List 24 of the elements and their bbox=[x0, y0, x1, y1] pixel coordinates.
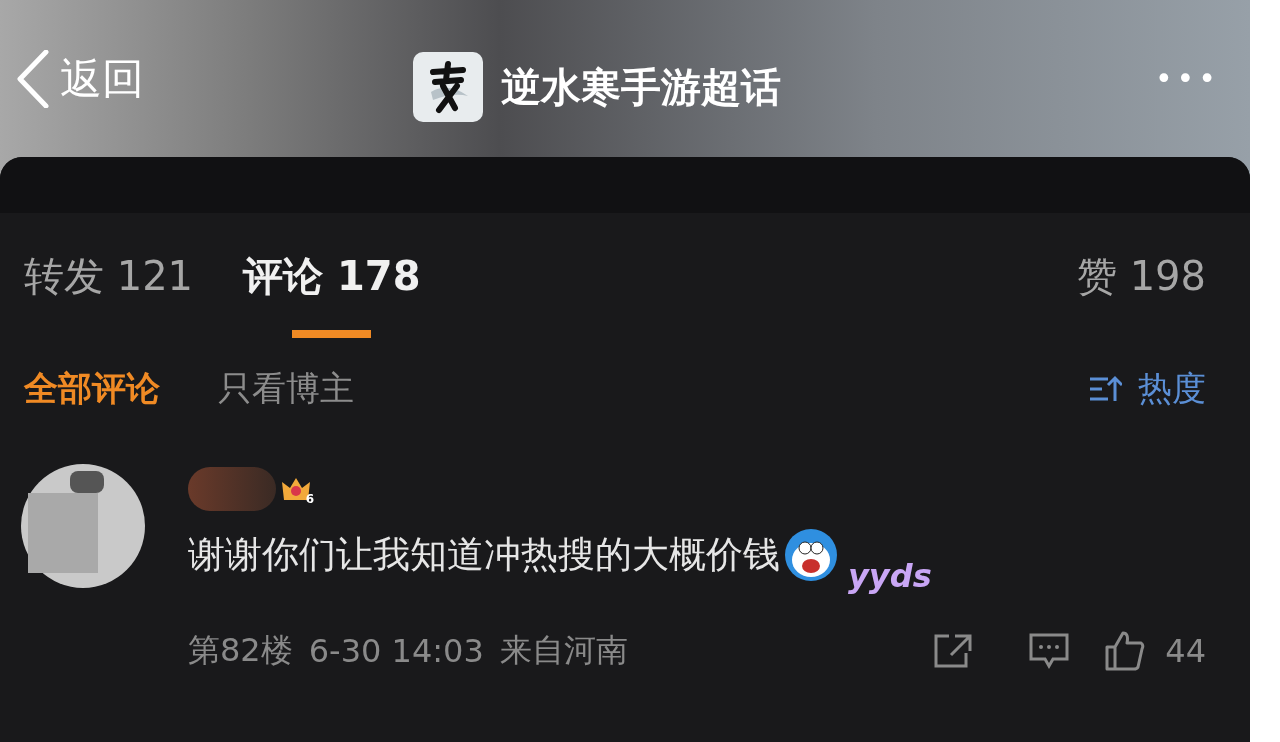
filter-tab[interactable]: 只看博主 bbox=[218, 366, 354, 412]
back-icon bbox=[16, 49, 50, 108]
avatar[interactable] bbox=[20, 463, 146, 589]
tab[interactable]: 转发 121 bbox=[24, 249, 194, 338]
share-icon[interactable] bbox=[933, 633, 974, 669]
comment-text: 谢谢你们让我知道冲热搜的大概价钱 bbox=[188, 532, 780, 578]
floor-number: 第82楼 bbox=[188, 630, 293, 671]
comment-location: 来自河南 bbox=[499, 630, 628, 671]
thumbs-up-icon bbox=[1105, 631, 1146, 671]
sticker-text: yyds bbox=[848, 557, 932, 595]
page-title: 逆水寒手游超话 bbox=[501, 62, 781, 112]
comment-icon[interactable] bbox=[1029, 633, 1070, 669]
filter-tab[interactable]: 全部评论 bbox=[24, 366, 160, 412]
more-button[interactable]: ••• bbox=[1154, 61, 1220, 96]
tab[interactable]: 评论 178 bbox=[243, 249, 421, 338]
like-button[interactable]: 44 bbox=[1085, 631, 1206, 671]
vip-level-number: 6 bbox=[305, 492, 314, 506]
comment-time: 6-30 14:03 bbox=[308, 632, 484, 670]
sort-icon bbox=[1088, 375, 1122, 403]
app-logo-icon bbox=[413, 52, 483, 122]
robot-cat-emoji-icon bbox=[784, 528, 838, 582]
sort-button[interactable]: 热度 bbox=[1088, 366, 1206, 412]
back-button[interactable]: 返回 bbox=[16, 49, 144, 108]
likes-tab[interactable]: 赞 198 bbox=[1076, 249, 1206, 338]
